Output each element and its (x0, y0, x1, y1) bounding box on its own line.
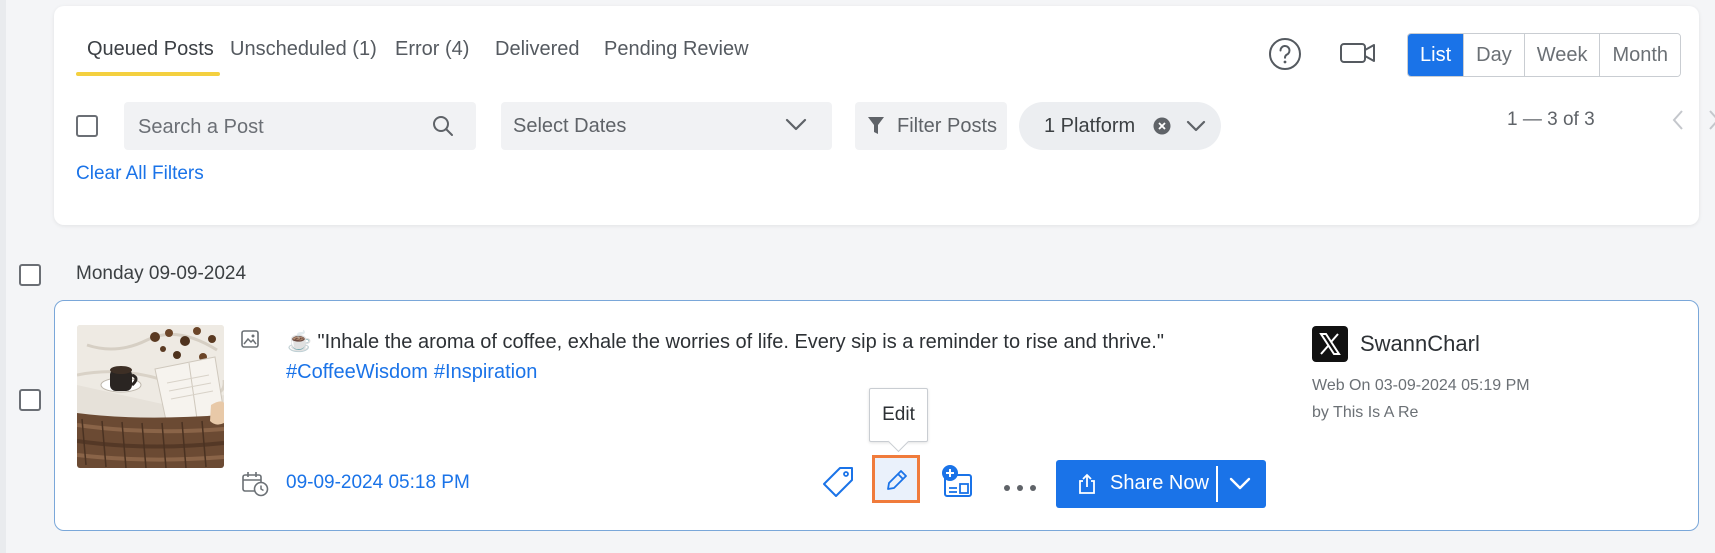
edit-tooltip: Edit (869, 388, 928, 442)
pencil-icon (884, 467, 910, 498)
post-author-meta: by This Is A Re (1312, 404, 1419, 421)
filter-funnel-icon (867, 116, 885, 141)
scheduled-time: 09-09-2024 05:18 PM (286, 472, 470, 493)
image-post-icon (240, 329, 260, 354)
select-dates-label: Select Dates (513, 115, 627, 137)
active-tab-indicator (76, 72, 220, 76)
chevron-down-icon[interactable] (1186, 120, 1206, 138)
post-hashtags: #CoffeeWisdom #Inspiration (286, 361, 543, 384)
x-logo-icon (1312, 326, 1348, 367)
tab-error[interactable]: Error (4) (395, 38, 469, 78)
post-caption: "Inhale the aroma of coffee, exhale the … (317, 331, 1164, 353)
tab-delivered[interactable]: Delivered (495, 38, 579, 78)
post-thumbnail[interactable] (77, 325, 224, 468)
select-day-checkbox[interactable] (19, 264, 41, 286)
share-upload-icon (1076, 473, 1098, 500)
post-text: ☕ "Inhale the aroma of coffee, exhale th… (287, 329, 1164, 354)
share-now-button[interactable]: Share Now (1056, 460, 1266, 508)
queue-header-card: Queued Posts Unscheduled (1) Error (4) D… (54, 6, 1715, 225)
filter-posts-button[interactable]: Filter Posts (855, 102, 1007, 150)
account-name[interactable]: SwannCharl (1360, 331, 1480, 357)
hashtag-link[interactable]: #Inspiration (434, 361, 537, 383)
chevron-down-icon[interactable] (1229, 477, 1251, 496)
help-circle-icon[interactable] (1268, 37, 1302, 71)
add-to-collection-icon[interactable] (941, 464, 973, 503)
select-all-checkbox[interactable] (76, 115, 98, 137)
clear-all-filters-link[interactable]: Clear All Filters (76, 163, 204, 185)
post-origin-meta: Web On 03-09-2024 05:19 PM (1312, 377, 1530, 394)
chevron-down-icon (785, 118, 807, 137)
view-switcher: List Day Week Month (1407, 33, 1682, 77)
view-month-button[interactable]: Month (1600, 34, 1681, 76)
coffee-emoji: ☕ (287, 331, 312, 353)
pagination-count: 1 — 3 of 3 (1507, 109, 1595, 130)
search-icon[interactable] (432, 115, 454, 142)
select-post-checkbox[interactable] (19, 389, 41, 411)
platform-filter-label: 1 Platform (1044, 115, 1136, 137)
share-split-divider (1216, 466, 1218, 502)
view-week-button[interactable]: Week (1524, 34, 1601, 76)
edit-button[interactable] (872, 455, 920, 503)
tab-pending-review[interactable]: Pending Review (604, 38, 749, 78)
video-camera-icon[interactable] (1339, 40, 1377, 66)
view-list-button[interactable]: List (1408, 34, 1465, 76)
clear-platform-icon[interactable] (1153, 117, 1171, 140)
search-box (124, 102, 476, 152)
left-edge-divider (0, 0, 6, 553)
chevron-right-icon[interactable] (1707, 109, 1715, 136)
filter-posts-label: Filter Posts (897, 115, 998, 137)
share-now-label: Share Now (1110, 472, 1209, 494)
search-input[interactable] (136, 102, 430, 152)
tab-unscheduled[interactable]: Unscheduled (1) (230, 38, 377, 78)
view-day-button[interactable]: Day (1464, 34, 1525, 76)
chevron-left-icon[interactable] (1671, 109, 1685, 136)
select-dates-dropdown[interactable]: Select Dates (501, 102, 832, 150)
post-card: ☕ "Inhale the aroma of coffee, exhale th… (54, 300, 1699, 531)
hashtag-link[interactable]: #CoffeeWisdom (286, 361, 428, 383)
calendar-clock-icon (241, 471, 269, 502)
platform-filter-pill[interactable]: 1 Platform (1019, 102, 1221, 150)
date-group-label: Monday 09-09-2024 (76, 263, 247, 284)
tag-icon[interactable] (821, 465, 855, 504)
more-options-icon[interactable] (1003, 479, 1037, 497)
